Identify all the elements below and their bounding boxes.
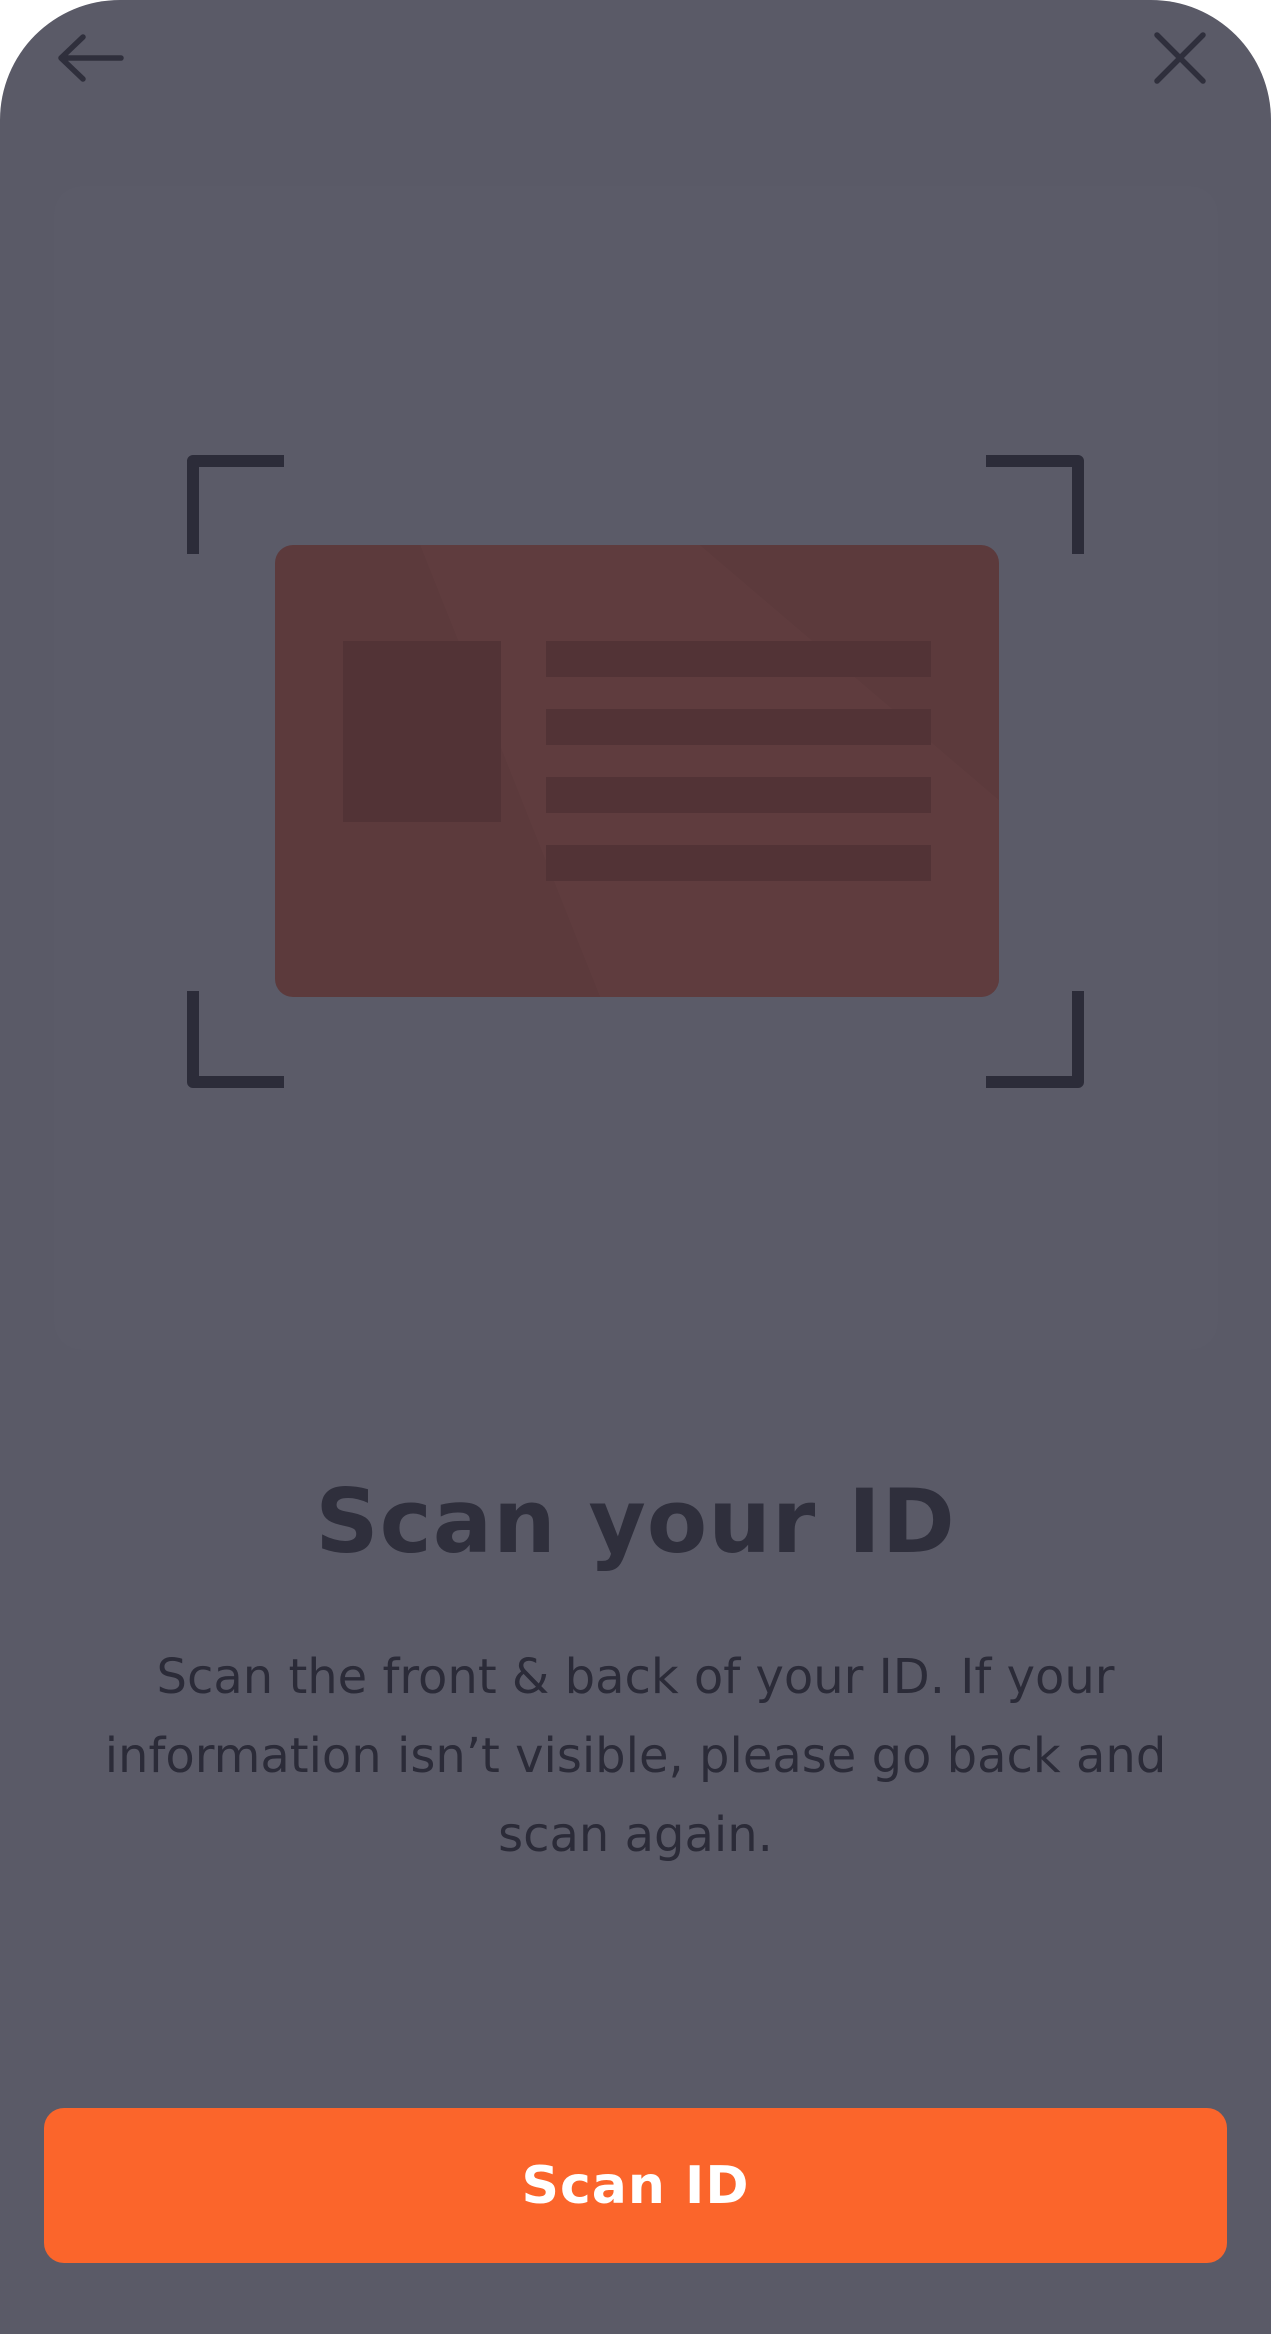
corner-bottom-left bbox=[187, 991, 284, 1088]
id-line-4 bbox=[546, 845, 931, 881]
id-card bbox=[275, 545, 999, 997]
corner-top-right bbox=[986, 455, 1084, 554]
id-line-1 bbox=[546, 641, 931, 677]
id-line-3 bbox=[546, 777, 931, 813]
screen: Scan your ID Scan the front & back of yo… bbox=[0, 0, 1271, 2334]
id-card-icon bbox=[187, 455, 1084, 1088]
corner-bottom-right bbox=[986, 991, 1084, 1088]
scan-id-button[interactable]: Scan ID bbox=[44, 2108, 1227, 2263]
corner-top-left bbox=[187, 455, 284, 554]
id-line-2 bbox=[546, 709, 931, 745]
instructions-text: Scan the front & back of your ID. If you… bbox=[104, 1649, 1167, 1863]
id-photo bbox=[343, 641, 501, 822]
page-title: Scan your ID bbox=[315, 1470, 956, 1573]
scan-id-button-label: Scan ID bbox=[521, 2155, 750, 2216]
